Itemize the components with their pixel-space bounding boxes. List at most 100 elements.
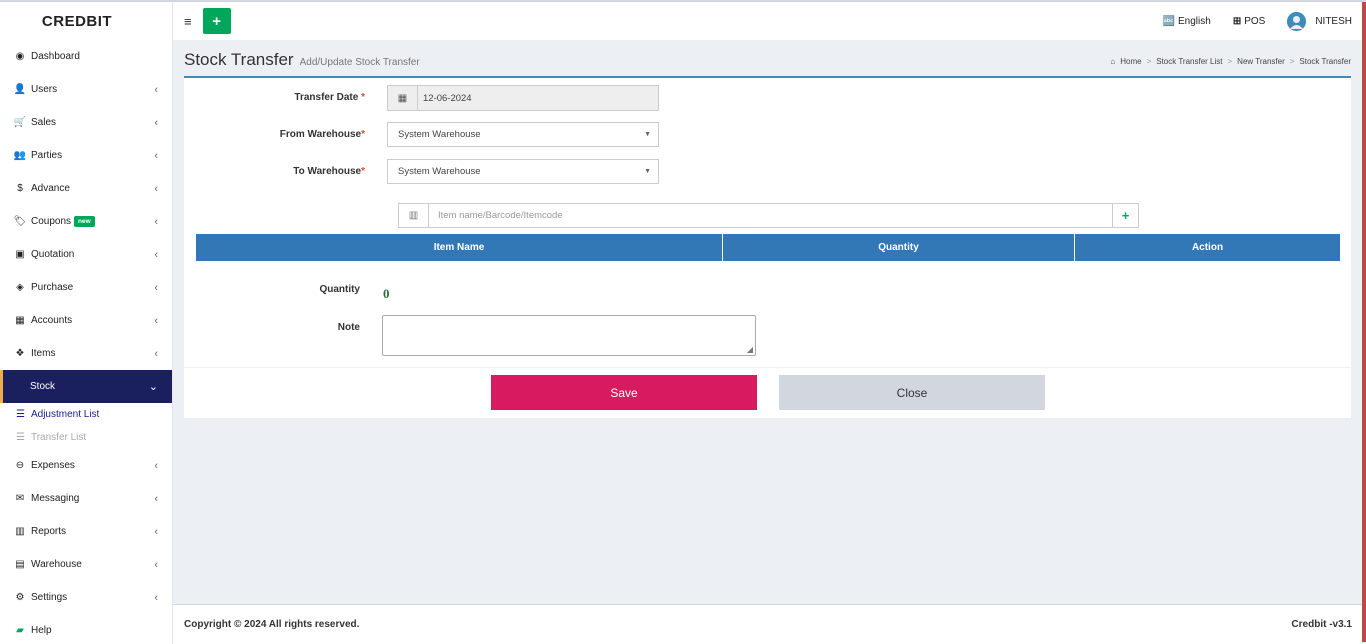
page-title: Stock Transfer	[184, 50, 294, 69]
top-header: ≡ + 🔤 English ⊞ POS NITESH	[173, 2, 1362, 40]
chevron-left-icon: ‹	[154, 116, 158, 129]
note-label: Note	[337, 322, 360, 333]
minus-circle-icon: ⊖	[15, 460, 25, 471]
chevron-left-icon: ‹	[154, 248, 158, 261]
items-table-header: Item Name Quantity Action	[196, 234, 1340, 261]
language-icon: 🔤	[1162, 15, 1175, 27]
chevron-left-icon: ‹	[154, 215, 158, 228]
chevron-left-icon: ‹	[154, 182, 158, 195]
cubes-icon: ❖	[15, 348, 25, 359]
user-avatar-icon	[1287, 11, 1307, 31]
envelope-icon: ✉	[15, 493, 25, 504]
sidebar-subitem-adjustment-list[interactable]: ☰ Adjustment List	[0, 403, 172, 426]
user-plus-icon: 👤	[13, 84, 27, 95]
save-button[interactable]: Save	[491, 375, 757, 410]
plus-square-icon: ⊞	[1232, 15, 1242, 27]
sidebar-item-warehouse[interactable]: ▤ Warehouse ‹	[0, 548, 172, 581]
sidebar-item-stock[interactable]: Stock ⌄	[0, 370, 172, 403]
sidebar-item-expenses[interactable]: ⊖ Expenses ‹	[0, 449, 172, 482]
to-warehouse-label: To Warehouse*	[293, 166, 365, 177]
add-item-button[interactable]: +	[1112, 204, 1138, 227]
dollar-icon: $	[17, 183, 23, 194]
breadcrumb-stock-transfer-list[interactable]: Stock Transfer List	[1156, 57, 1222, 66]
sidebar-item-items[interactable]: ❖ Items ‹	[0, 337, 172, 370]
grid-icon: ▦	[15, 315, 25, 326]
sidebar-item-parties[interactable]: 👥 Parties ‹	[0, 139, 172, 172]
calendar-plus-icon: ▣	[15, 249, 25, 260]
resize-handle-icon[interactable]: ◢	[747, 345, 753, 354]
dashboard-icon: ◉	[15, 51, 25, 62]
quick-add-button[interactable]: +	[202, 8, 231, 34]
sidebar-item-sales[interactable]: 🛒 Sales ‹	[0, 106, 172, 139]
pos-link[interactable]: ⊞ POS	[1233, 16, 1266, 27]
chevron-left-icon: ‹	[154, 149, 158, 162]
sidebar-subitem-transfer-list[interactable]: ☰ Transfer List	[0, 426, 172, 449]
header-right: 🔤 English ⊞ POS NITESH	[1163, 11, 1362, 31]
app-logo[interactable]: CREDBIT	[0, 2, 172, 40]
sidebar-item-dashboard[interactable]: ◉ Dashboard	[0, 40, 172, 73]
column-action: Action	[1191, 242, 1224, 253]
chevron-left-icon: ‹	[154, 525, 158, 538]
list-icon: ☰	[16, 409, 25, 420]
chevron-left-icon: ‹	[154, 492, 158, 505]
to-warehouse-select[interactable]: System Warehouse ▼	[387, 159, 659, 184]
column-quantity: Quantity	[723, 234, 1075, 261]
tags-icon: 🏷	[13, 216, 27, 227]
user-menu[interactable]: NITESH	[1287, 11, 1352, 31]
sidebar-item-reports[interactable]: ▥ Reports ‹	[0, 515, 172, 548]
note-textarea[interactable]: ◢	[382, 315, 756, 356]
breadcrumb: ⌂ Home > Stock Transfer List > New Trans…	[1110, 57, 1351, 66]
sidebar-item-messaging[interactable]: ✉ Messaging ‹	[0, 482, 172, 515]
quantity-label: Quantity	[319, 284, 360, 295]
hamburger-menu-icon[interactable]: ≡	[184, 14, 192, 29]
close-button[interactable]: Close	[779, 375, 1045, 410]
transfer-form-box: Transfer Date * ▦ 12-06-2024 From Wareho…	[184, 76, 1351, 418]
sidebar-item-advance[interactable]: $ Advance ‹	[0, 172, 172, 205]
chevron-left-icon: ‹	[154, 347, 158, 360]
version-text: Credbit -v3.1	[1291, 619, 1352, 630]
total-quantity-value: 0	[383, 286, 390, 301]
breadcrumb-separator: >	[1146, 57, 1152, 66]
transfer-date-label: Transfer Date *	[294, 92, 365, 103]
book-icon: ▰	[16, 625, 24, 636]
sidebar-menu: ◉ Dashboard 👤 Users ‹ 🛒 Sales ‹ 👥 Partie…	[0, 40, 172, 644]
right-edge	[1362, 2, 1366, 642]
caret-down-icon: ▼	[644, 168, 651, 175]
breadcrumb-new-transfer[interactable]: New Transfer	[1237, 57, 1285, 66]
from-warehouse-select[interactable]: System Warehouse ▼	[387, 122, 659, 147]
sidebar-item-coupons[interactable]: 🏷 Coupons new ‹	[0, 205, 172, 238]
item-search-input[interactable]: Item name/Barcode/Itemcode	[429, 210, 1112, 221]
breadcrumb-separator: >	[1289, 57, 1295, 66]
breadcrumb-current: Stock Transfer	[1299, 57, 1351, 66]
sidebar: CREDBIT ◉ Dashboard 👤 Users ‹ 🛒 Sales ‹ …	[0, 2, 173, 644]
cogs-icon: ⚙	[15, 592, 25, 603]
sidebar-item-help[interactable]: ▰ Help	[0, 614, 172, 644]
language-selector[interactable]: 🔤 English	[1163, 16, 1211, 27]
cube-icon: ◈	[16, 282, 24, 293]
chevron-left-icon: ‹	[154, 314, 158, 327]
chevron-left-icon: ‹	[154, 459, 158, 472]
caret-down-icon: ▼	[644, 131, 651, 138]
content-header: Stock Transfer Add/Update Stock Transfer…	[184, 50, 1351, 74]
chevron-down-icon: ⌄	[148, 381, 158, 393]
users-icon: 👥	[13, 150, 27, 161]
barcode-icon: ▥	[399, 204, 429, 227]
bar-chart-icon: ▥	[15, 526, 25, 537]
chevron-left-icon: ‹	[154, 558, 158, 571]
copyright-text: Copyright © 2024 All rights reserved.	[184, 619, 360, 630]
transfer-date-field[interactable]: ▦ 12-06-2024	[387, 85, 659, 111]
column-item-name: Item Name	[196, 234, 723, 261]
sidebar-item-purchase[interactable]: ◈ Purchase ‹	[0, 271, 172, 304]
breadcrumb-home[interactable]: Home	[1120, 57, 1141, 66]
sidebar-item-quotation[interactable]: ▣ Quotation ‹	[0, 238, 172, 271]
sidebar-item-accounts[interactable]: ▦ Accounts ‹	[0, 304, 172, 337]
chevron-left-icon: ‹	[154, 83, 158, 96]
from-warehouse-label: From Warehouse*	[279, 129, 365, 140]
footer: Copyright © 2024 All rights reserved. Cr…	[173, 604, 1362, 644]
cart-icon: 🛒	[13, 117, 27, 128]
sidebar-item-settings[interactable]: ⚙ Settings ‹	[0, 581, 172, 614]
breadcrumb-separator: >	[1227, 57, 1233, 66]
sidebar-item-users[interactable]: 👤 Users ‹	[0, 73, 172, 106]
building-icon: ▤	[15, 559, 25, 570]
item-search-group: ▥ Item name/Barcode/Itemcode +	[398, 203, 1139, 228]
